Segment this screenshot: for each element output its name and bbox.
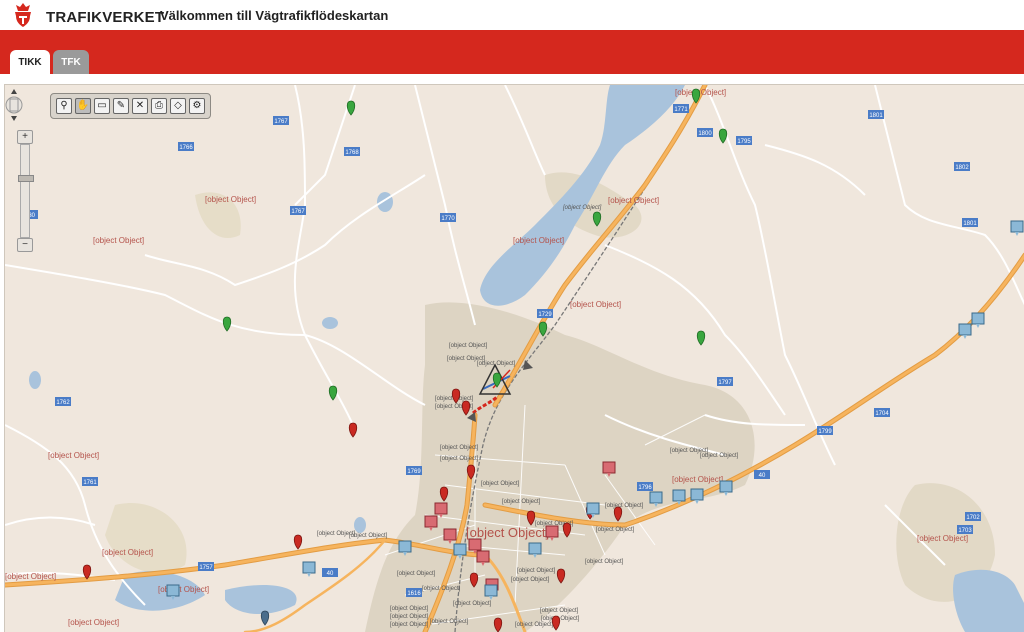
place-label: [object Object]	[540, 608, 579, 614]
measure-tool-button[interactable]: ▭	[94, 98, 110, 114]
place-label: [object Object]	[672, 475, 723, 484]
magnifier-icon: ⚲	[60, 100, 68, 111]
layers-tool-button[interactable]: ◇	[170, 98, 186, 114]
pan-control[interactable]	[5, 85, 23, 125]
pan-tool-button[interactable]: ✋	[75, 98, 91, 114]
road-shield-label: 1771	[674, 107, 688, 113]
place-label: [object Object]	[390, 614, 429, 620]
place-label: [object Object]	[397, 571, 436, 577]
map-canvas[interactable]: 1767 1766 1768 1767 1770 1729 1771 1800 …	[5, 85, 1024, 632]
place-label: [object Object]	[917, 534, 968, 543]
road-shield-label: 1800	[698, 131, 712, 137]
road-shield-label: 1796	[638, 485, 652, 491]
road-shield-label: 1767	[291, 209, 305, 215]
place-label: [object Object]	[158, 585, 209, 594]
clear-tool-button[interactable]: ✕	[132, 98, 148, 114]
place-label: [object Object]	[440, 445, 479, 451]
layers-icon: ◇	[174, 100, 182, 111]
road-shield-label: 1762	[56, 400, 70, 406]
place-label: [object Object]	[5, 572, 56, 581]
road-shield-label: 1757	[199, 565, 213, 571]
printer-icon: ⎙	[155, 100, 163, 111]
tab-tikk[interactable]: TIKK	[10, 50, 50, 74]
navigation-bar	[0, 30, 1024, 74]
place-label: [object Object]	[596, 527, 635, 533]
place-label: [object Object]	[517, 568, 556, 574]
place-label: [object Object]	[48, 451, 99, 460]
place-label: [object Object]	[349, 533, 388, 539]
place-label: [object Object]	[675, 88, 726, 97]
map-toolbar: ⚲ ✋ ▭ ✎ ✕ ⎙ ◇ ⚙	[50, 93, 211, 119]
zoom-out-button[interactable]: −	[17, 238, 33, 252]
place-label: [object Object]	[68, 618, 119, 627]
place-label: [object Object]	[422, 586, 461, 592]
place-label: [object Object]	[102, 548, 153, 557]
place-label: [object Object]	[511, 577, 550, 583]
zoom-slider-track[interactable]	[18, 144, 34, 238]
close-icon: ✕	[135, 100, 145, 111]
header: TRAFIKVERKET Välkommen till Vägtrafikflö…	[0, 0, 1024, 30]
pencil-icon: ✎	[116, 100, 126, 111]
place-label: [object Object]	[585, 559, 624, 565]
place-label-city: [object Object]	[466, 525, 549, 540]
trafikverket-logo[interactable]: TRAFIKVERKET	[10, 2, 164, 28]
place-label: [object Object]	[453, 601, 492, 607]
page-title: Välkommen till Vägtrafikflödeskartan	[160, 8, 389, 23]
crown-shield-icon	[15, 3, 31, 27]
pond	[377, 192, 393, 212]
road-shield-label: 1702	[966, 515, 980, 521]
road-shield-label: 1795	[737, 139, 751, 145]
road-shield-label: 1729	[538, 312, 552, 318]
gear-icon: ⚙	[192, 100, 202, 111]
road-shield-label: 1802	[955, 165, 969, 171]
road-shield-label: 1768	[345, 150, 359, 156]
place-label: [object Object]	[390, 622, 429, 628]
print-tool-button[interactable]: ⎙	[151, 98, 167, 114]
zoom-tool-button[interactable]: ⚲	[56, 98, 72, 114]
settings-tool-button[interactable]: ⚙	[189, 98, 205, 114]
zoom-slider-handle[interactable]	[18, 175, 34, 182]
road-shield-label: 1769	[407, 469, 421, 475]
ruler-icon: ▭	[97, 100, 107, 111]
road-shield-label: 1770	[441, 216, 455, 222]
zoom-in-button[interactable]: +	[17, 130, 33, 144]
brand-name: TRAFIKVERKET	[46, 9, 165, 26]
place-label: [object Object]	[449, 343, 488, 349]
pond	[354, 517, 366, 533]
road-shield-label: 1799	[818, 429, 832, 435]
pond	[29, 371, 41, 389]
place-label: [object Object]	[700, 453, 739, 459]
place-label: [object Object]	[481, 481, 520, 487]
place-label: [object Object]	[390, 606, 429, 612]
map-view[interactable]: 1767 1766 1768 1767 1770 1729 1771 1800 …	[4, 84, 1024, 632]
pan-up-icon	[11, 89, 17, 94]
road-shield-label: 40	[759, 473, 766, 479]
place-label: [object Object]	[562, 205, 602, 211]
road-shield-label: 1766	[179, 145, 193, 151]
place-label: [object Object]	[430, 619, 469, 625]
place-label: [object Object]	[440, 456, 479, 462]
place-label: [object Object]	[570, 300, 621, 309]
road-shield-label: 1761	[83, 480, 97, 486]
place-label: [object Object]	[93, 236, 144, 245]
road-shield-label: 1801	[963, 221, 977, 227]
road-shield-label: 40	[327, 571, 334, 577]
hand-icon: ✋	[76, 100, 90, 111]
place-label: [object Object]	[502, 499, 541, 505]
place-label: [object Object]	[608, 196, 659, 205]
place-label: [object Object]	[205, 195, 256, 204]
tab-tfk[interactable]: TFK	[53, 50, 89, 74]
place-label: [object Object]	[605, 503, 644, 509]
place-label: [object Object]	[513, 236, 564, 245]
road-shield-label: 1797	[718, 380, 732, 386]
pan-down-icon	[11, 116, 17, 121]
road-shield-label: 1767	[274, 119, 288, 125]
road-shield-label: 1801	[869, 113, 883, 119]
draw-tool-button[interactable]: ✎	[113, 98, 129, 114]
place-label: [object Object]	[515, 622, 554, 628]
road-shield-label: 1616	[407, 591, 421, 597]
road-shield-label: 1704	[875, 411, 889, 417]
zoom-control[interactable]: + −	[17, 130, 34, 252]
pond	[322, 317, 338, 329]
